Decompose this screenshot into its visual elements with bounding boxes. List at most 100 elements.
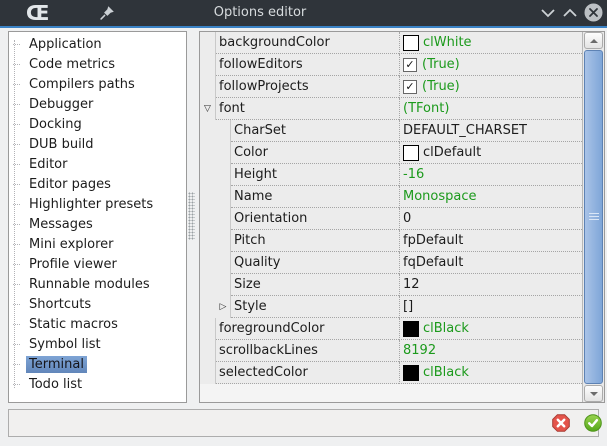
property-value-cell[interactable]: Monospace bbox=[399, 186, 582, 208]
property-row-Name[interactable]: Name Monospace bbox=[200, 186, 582, 208]
sidebar-item-label: Profile viewer bbox=[26, 256, 120, 273]
minimize-button[interactable] bbox=[541, 7, 555, 19]
splitter-handle[interactable] bbox=[188, 192, 195, 240]
property-name: font bbox=[216, 98, 399, 120]
sidebar-item-shortcuts[interactable]: Shortcuts bbox=[9, 294, 186, 314]
sidebar-item-symbol-list[interactable]: Symbol list bbox=[9, 334, 186, 354]
expand-arrow-icon[interactable]: ▷ bbox=[216, 296, 231, 318]
sidebar-item-application[interactable]: Application bbox=[9, 34, 186, 54]
row-gutter bbox=[200, 318, 216, 340]
property-row-Style[interactable]: ▷ Style [] bbox=[200, 296, 582, 318]
property-value-cell[interactable]: [] bbox=[399, 296, 582, 318]
row-indent-gutter bbox=[216, 252, 231, 274]
property-value: 0 bbox=[403, 211, 411, 226]
property-value-cell[interactable]: DEFAULT_CHARSET bbox=[399, 120, 582, 142]
property-row-Orientation[interactable]: Orientation 0 bbox=[200, 208, 582, 230]
row-gutter bbox=[200, 76, 216, 98]
property-value-cell[interactable]: clWhite bbox=[399, 32, 582, 54]
color-swatch[interactable] bbox=[403, 321, 419, 337]
category-list[interactable]: Application Code metrics Compilers paths… bbox=[8, 31, 187, 403]
property-name: Name bbox=[231, 186, 399, 208]
sidebar-item-label: Docking bbox=[26, 116, 85, 133]
close-button[interactable] bbox=[584, 3, 603, 22]
sidebar-item-docking[interactable]: Docking bbox=[9, 114, 186, 134]
checkbox[interactable]: ✓ bbox=[403, 58, 417, 72]
sidebar-item-code-metrics[interactable]: Code metrics bbox=[9, 54, 186, 74]
property-row-selectedColor[interactable]: selectedColor clBlack bbox=[200, 362, 582, 384]
scrollbar-thumb[interactable] bbox=[584, 50, 603, 384]
accept-button[interactable] bbox=[584, 414, 602, 432]
property-row-foregroundColor[interactable]: foregroundColor clBlack bbox=[200, 318, 582, 340]
property-name: Size bbox=[231, 274, 399, 296]
color-swatch[interactable] bbox=[403, 35, 419, 51]
titlebar[interactable]: Œ Options editor bbox=[0, 0, 607, 26]
property-row-CharSet[interactable]: CharSet DEFAULT_CHARSET bbox=[200, 120, 582, 142]
property-name: scrollbackLines bbox=[216, 340, 399, 362]
property-value-cell[interactable]: 0 bbox=[399, 208, 582, 230]
scroll-down-button[interactable] bbox=[584, 385, 603, 402]
property-value: 8192 bbox=[403, 343, 436, 358]
property-value-cell[interactable]: ✓(True) bbox=[399, 54, 582, 76]
property-row-Quality[interactable]: Quality fqDefault bbox=[200, 252, 582, 274]
row-gutter bbox=[200, 340, 216, 362]
row-indent-gutter bbox=[216, 274, 231, 296]
sidebar-item-highlighter-presets[interactable]: Highlighter presets bbox=[9, 194, 186, 214]
row-gutter bbox=[200, 296, 216, 318]
property-value: clBlack bbox=[423, 321, 469, 336]
property-value-cell[interactable]: fqDefault bbox=[399, 252, 582, 274]
row-indent-gutter bbox=[216, 142, 231, 164]
property-name: foregroundColor bbox=[216, 318, 399, 340]
color-swatch[interactable] bbox=[403, 145, 419, 161]
property-value-cell[interactable]: clDefault bbox=[399, 142, 582, 164]
property-row-followEditors[interactable]: followEditors ✓(True) bbox=[200, 54, 582, 76]
property-row-backgroundColor[interactable]: backgroundColor clWhite bbox=[200, 32, 582, 54]
property-row-font[interactable]: ▽ font (TFont) bbox=[200, 98, 582, 120]
sidebar-item-label: Runnable modules bbox=[26, 276, 153, 293]
cancel-button[interactable] bbox=[552, 414, 570, 432]
property-value-cell[interactable]: ✓(True) bbox=[399, 76, 582, 98]
property-value: [] bbox=[403, 299, 413, 314]
sidebar-item-runnable-modules[interactable]: Runnable modules bbox=[9, 274, 186, 294]
sidebar-item-label: Terminal bbox=[26, 356, 87, 373]
property-row-Height[interactable]: Height -16 bbox=[200, 164, 582, 186]
checkbox[interactable]: ✓ bbox=[403, 80, 417, 94]
vertical-scrollbar[interactable] bbox=[582, 32, 604, 402]
row-gutter bbox=[200, 54, 216, 76]
scroll-up-button[interactable] bbox=[584, 32, 603, 49]
sidebar-item-label: Todo list bbox=[26, 376, 85, 393]
property-name: backgroundColor bbox=[216, 32, 399, 54]
property-row-Size[interactable]: Size 12 bbox=[200, 274, 582, 296]
sidebar-item-messages[interactable]: Messages bbox=[9, 214, 186, 234]
row-gutter bbox=[200, 32, 216, 54]
row-gutter bbox=[200, 120, 216, 142]
property-value: clDefault bbox=[423, 145, 481, 160]
sidebar-item-dub-build[interactable]: DUB build bbox=[9, 134, 186, 154]
sidebar-item-editor[interactable]: Editor bbox=[9, 154, 186, 174]
property-value-cell[interactable]: 12 bbox=[399, 274, 582, 296]
sidebar-item-editor-pages[interactable]: Editor pages bbox=[9, 174, 186, 194]
sidebar-item-static-macros[interactable]: Static macros bbox=[9, 314, 186, 334]
property-value-cell[interactable]: 8192 bbox=[399, 340, 582, 362]
property-value-cell[interactable]: -16 bbox=[399, 164, 582, 186]
sidebar-item-profile-viewer[interactable]: Profile viewer bbox=[9, 254, 186, 274]
property-row-scrollbackLines[interactable]: scrollbackLines 8192 bbox=[200, 340, 582, 362]
color-swatch[interactable] bbox=[403, 365, 419, 381]
collapse-arrow-icon[interactable]: ▽ bbox=[200, 98, 216, 120]
property-value-cell[interactable]: clBlack bbox=[399, 362, 582, 384]
property-value-cell[interactable]: fpDefault bbox=[399, 230, 582, 252]
sidebar-item-terminal[interactable]: Terminal bbox=[9, 354, 186, 374]
sidebar-item-debugger[interactable]: Debugger bbox=[9, 94, 186, 114]
property-row-Color[interactable]: Color clDefault bbox=[200, 142, 582, 164]
sidebar-item-compilers-paths[interactable]: Compilers paths bbox=[9, 74, 186, 94]
property-value-cell[interactable]: (TFont) bbox=[399, 98, 582, 120]
sidebar-item-mini-explorer[interactable]: Mini explorer bbox=[9, 234, 186, 254]
sidebar-item-label: Highlighter presets bbox=[26, 196, 156, 213]
property-row-followProjects[interactable]: followProjects ✓(True) bbox=[200, 76, 582, 98]
property-row-Pitch[interactable]: Pitch fpDefault bbox=[200, 230, 582, 252]
property-value-cell[interactable]: clBlack bbox=[399, 318, 582, 340]
sidebar-item-todo-list[interactable]: Todo list bbox=[9, 374, 186, 394]
property-grid[interactable]: backgroundColor clWhite followEditors ✓(… bbox=[199, 31, 605, 403]
property-value: DEFAULT_CHARSET bbox=[403, 123, 527, 138]
maximize-button[interactable] bbox=[563, 7, 577, 19]
sidebar-item-label: Compilers paths bbox=[26, 76, 138, 93]
